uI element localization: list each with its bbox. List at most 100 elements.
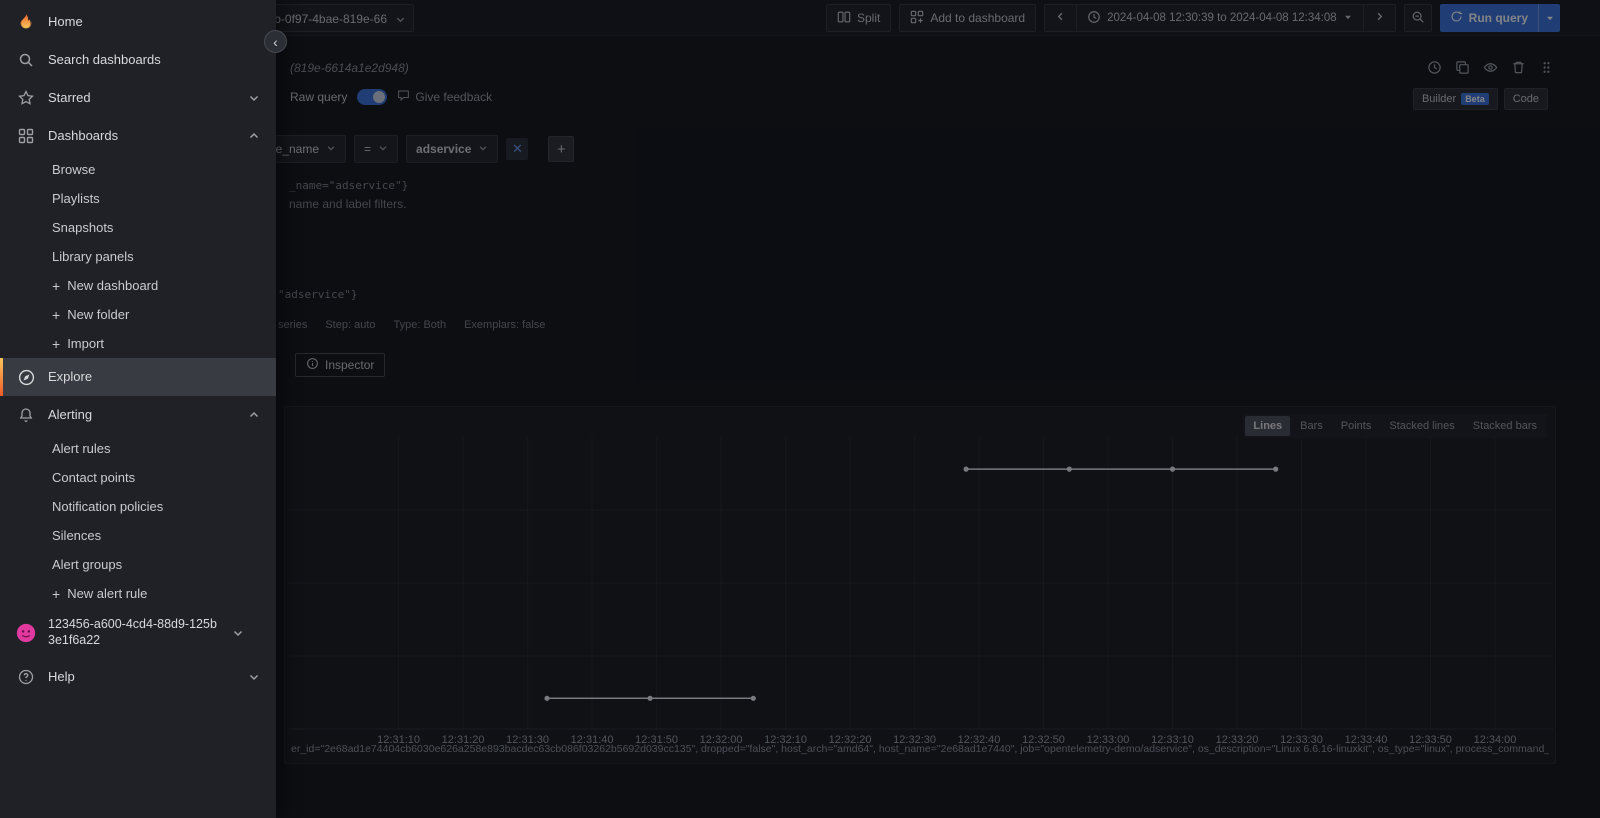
options-step: Step: auto — [325, 319, 376, 331]
copy-icon — [1455, 60, 1470, 78]
time-back-button[interactable] — [1044, 4, 1078, 32]
copy-button[interactable] — [1455, 60, 1470, 78]
time-range-button[interactable]: 2024-04-08 12:30:39 to 2024-04-08 12:34:… — [1077, 4, 1364, 32]
code-label: Code — [1512, 93, 1539, 105]
plus-icon: + — [52, 585, 61, 602]
inspector-button[interactable]: Inspector — [295, 353, 386, 377]
sidebar-subitem-label: Notification policies — [52, 499, 164, 514]
refresh-icon — [1450, 10, 1463, 26]
sidebar-subitem-new-alert-rule[interactable]: + New alert rule — [0, 579, 276, 608]
run-query-button[interactable]: Run query — [1439, 4, 1538, 32]
remove-query-button[interactable] — [1511, 60, 1526, 78]
add-filter-button[interactable]: + — [548, 136, 575, 162]
chevron-down-icon — [248, 671, 260, 683]
chevron-down-icon — [395, 13, 406, 28]
graph-mode-points[interactable]: Points — [1333, 416, 1380, 436]
split-icon — [837, 10, 851, 27]
give-feedback-link[interactable]: Give feedback — [397, 89, 492, 105]
graph-mode-lines[interactable]: Lines — [1245, 416, 1291, 436]
add-dashboard-icon — [910, 10, 924, 27]
sidebar-subitem-new-dashboard[interactable]: + New dashboard — [0, 271, 276, 300]
sidebar-item-starred[interactable]: Starred — [0, 79, 276, 117]
sidebar-subitem-notification-policies[interactable]: Notification policies — [0, 492, 276, 521]
editor-mode-switch: Builder Beta Code — [1412, 88, 1548, 110]
eye-icon — [1483, 60, 1498, 78]
time-forward-button[interactable] — [1363, 4, 1396, 32]
history-button[interactable] — [1427, 60, 1442, 78]
sidebar-item-label: Alerting — [48, 406, 93, 422]
zoom-out-icon — [1411, 10, 1425, 27]
collapse-menu-button[interactable]: ‹ — [264, 30, 287, 53]
raw-query-label: Raw query — [290, 90, 348, 104]
series-legend[interactable]: er_id="2e68ad1e74404cb6030e626a258e893ba… — [291, 743, 1549, 758]
chevron-down-icon — [326, 142, 336, 156]
chevron-down-icon — [478, 142, 488, 156]
comment-icon — [397, 89, 410, 105]
history-icon — [1427, 60, 1442, 78]
graph-mode-group: Lines Bars Points Stacked lines Stacked bars — [1243, 414, 1547, 438]
apps-icon — [16, 126, 36, 146]
sidebar-item-label: Explore — [48, 368, 93, 384]
help-icon — [16, 667, 36, 687]
sidebar-item-explore[interactable]: Explore — [0, 358, 276, 396]
code-mode-button[interactable]: Code — [1503, 88, 1548, 110]
hide-response-button[interactable] — [1483, 60, 1498, 78]
options-format: series — [278, 319, 308, 331]
sidebar-subitem-playlists[interactable]: Playlists — [0, 184, 276, 213]
graph-mode-stacked-lines[interactable]: Stacked lines — [1381, 416, 1462, 436]
sidebar-item-alerting[interactable]: Alerting — [0, 396, 276, 434]
sidebar-nav: Home Search dashboards Starred Dashboards Br… — [0, 3, 276, 696]
zoom-out-button[interactable] — [1403, 4, 1432, 32]
graph-mode-stacked-bars[interactable]: Stacked bars — [1465, 416, 1545, 436]
sidebar-item-label: Search dashboards — [48, 51, 161, 67]
label-operator-select[interactable]: = — [354, 135, 399, 163]
search-icon — [16, 50, 36, 70]
sidebar-item-help[interactable]: Help — [0, 658, 276, 696]
plus-icon: + — [52, 306, 61, 323]
sidebar-item-home[interactable]: Home — [0, 3, 276, 41]
grafana-logo-icon — [16, 12, 36, 32]
sidebar-subitem-browse[interactable]: Browse — [0, 155, 276, 184]
sidebar-item-label: Help — [48, 668, 75, 684]
builder-label: Builder — [1421, 93, 1457, 105]
sidebar-subitem-snapshots[interactable]: Snapshots — [0, 213, 276, 242]
metrics-hint-text: name and label filters. — [289, 197, 407, 211]
sidebar-item-org[interactable]: 123456-a600-4cd4-88d9-125b3e1f6a22 — [0, 608, 276, 658]
run-query-dropdown-button[interactable] — [1538, 4, 1560, 32]
sidebar-item-search[interactable]: Search dashboards — [0, 41, 276, 79]
sidebar-subitem-import[interactable]: + Import — [0, 329, 276, 358]
inspect-icon — [306, 357, 319, 373]
builder-mode-button[interactable]: Builder Beta — [1412, 88, 1498, 110]
add-to-dashboard-button[interactable]: Add to dashboard — [899, 4, 1037, 32]
sidebar-subitem-contact-points[interactable]: Contact points — [0, 463, 276, 492]
raw-query-toggle[interactable] — [357, 89, 388, 105]
run-query-label: Run query — [1468, 11, 1528, 25]
sidebar-subitem-label: New folder — [67, 307, 130, 322]
run-query-group: Run query — [1439, 4, 1560, 32]
timeseries-panel: Lines Bars Points Stacked lines Stacked bars… — [284, 406, 1556, 764]
graph-mode-bars[interactable]: Bars — [1292, 416, 1331, 436]
split-button[interactable]: Split — [826, 4, 892, 32]
close-icon: ✕ — [511, 141, 523, 156]
chevron-up-icon — [248, 130, 260, 142]
label-value-select[interactable]: adservice — [406, 135, 499, 163]
inspector-label: Inspector — [325, 358, 375, 372]
drag-handle[interactable] — [1539, 60, 1554, 78]
compass-icon — [16, 367, 36, 387]
sidebar-item-label: Dashboards — [48, 127, 119, 143]
chevron-down-icon — [248, 92, 260, 104]
sidebar-subitem-library-panels[interactable]: Library panels — [0, 242, 276, 271]
sidebar-subitem-alert-rules[interactable]: Alert rules — [0, 434, 276, 463]
query-panel-actions — [1427, 60, 1554, 78]
sidebar-subitem-silences[interactable]: Silences — [0, 521, 276, 550]
trash-icon — [1511, 60, 1526, 78]
sidebar-subitem-label: New dashboard — [67, 278, 159, 293]
timeseries-svg[interactable]: 12:31:10 12:31:20 12:31:30 12:31:40 12:31:50… — [289, 433, 1553, 749]
sidebar-subitem-new-folder[interactable]: + New folder — [0, 300, 276, 329]
query-options-summary[interactable]: series Step: auto Type: Both Exemplars: … — [278, 319, 545, 331]
nav-menu: Home Search dashboards Starred Dashboards Br… — [0, 0, 276, 818]
remove-filter-button[interactable]: ✕ — [506, 138, 529, 160]
sidebar-item-dashboards[interactable]: Dashboards — [0, 117, 276, 155]
sidebar-item-label: Starred — [48, 89, 91, 105]
sidebar-subitem-alert-groups[interactable]: Alert groups — [0, 550, 276, 579]
